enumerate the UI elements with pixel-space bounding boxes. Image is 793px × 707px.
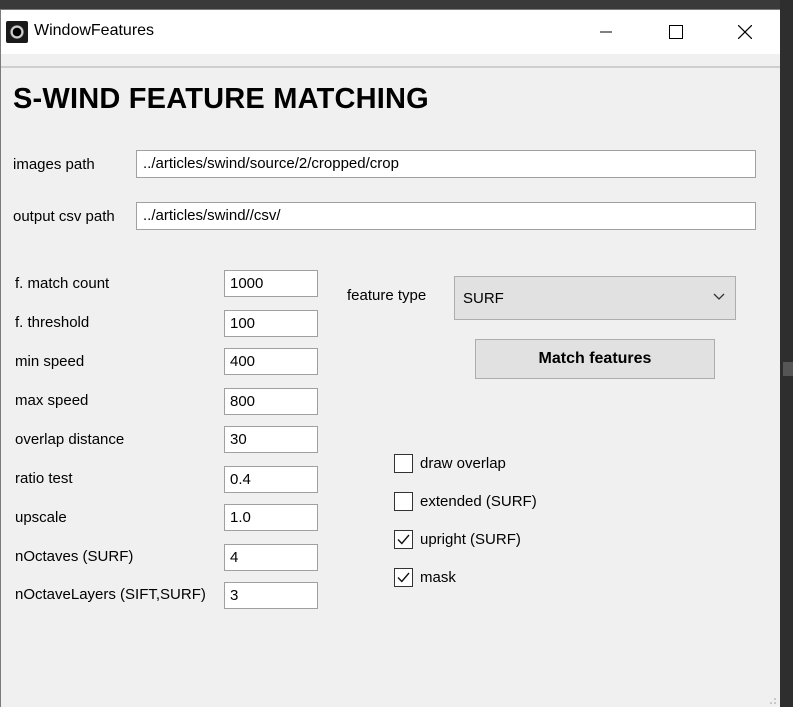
- min-speed-input[interactable]: 400: [224, 348, 318, 375]
- upright-surf-label: upright (SURF): [420, 531, 521, 548]
- minimize-button[interactable]: [571, 10, 641, 54]
- close-button[interactable]: [710, 10, 780, 54]
- resize-grip-icon[interactable]: [769, 697, 777, 705]
- feature-type-label: feature type: [347, 287, 427, 304]
- match-count-input[interactable]: 1000: [224, 270, 318, 297]
- overlap-distance-label: overlap distance: [15, 431, 125, 448]
- noctaves-label: nOctaves (SURF): [15, 548, 134, 565]
- threshold-input[interactable]: 100: [224, 310, 318, 337]
- noctave-layers-input[interactable]: 3: [224, 582, 318, 609]
- output-csv-path-input[interactable]: ../articles/swind//csv/: [136, 202, 756, 230]
- match-count-label: f. match count: [15, 275, 110, 292]
- min-speed-label: min speed: [15, 353, 85, 370]
- checkbox-box[interactable]: [394, 530, 413, 549]
- upscale-label: upscale: [15, 509, 67, 526]
- mask-label: mask: [420, 569, 456, 586]
- threshold-label: f. threshold: [15, 314, 90, 331]
- draw-overlap-label: draw overlap: [420, 455, 506, 472]
- window-title: WindowFeatures: [34, 22, 155, 39]
- close-icon: [738, 25, 752, 39]
- max-speed-input[interactable]: 800: [224, 388, 318, 415]
- feature-type-value: SURF: [463, 290, 504, 307]
- overlap-distance-input[interactable]: 30: [224, 426, 318, 453]
- images-path-input[interactable]: ../articles/swind/source/2/cropped/crop: [136, 150, 756, 178]
- match-features-button[interactable]: Match features: [475, 339, 715, 379]
- checkbox-box[interactable]: [394, 492, 413, 511]
- desktop-scroll-notch: [783, 362, 793, 376]
- upscale-input[interactable]: 1.0: [224, 504, 318, 531]
- checkbox-box[interactable]: [394, 568, 413, 587]
- max-speed-label: max speed: [15, 392, 89, 409]
- maximize-icon: [669, 25, 683, 39]
- desktop-background-right: [780, 0, 793, 707]
- header-separator: [1, 66, 780, 68]
- images-path-label: images path: [13, 156, 95, 173]
- title-bar[interactable]: WindowFeatures: [1, 10, 780, 54]
- ratio-test-input[interactable]: 0.4: [224, 466, 318, 493]
- checkmark-icon: [397, 572, 410, 583]
- checkbox-box[interactable]: [394, 454, 413, 473]
- output-csv-path-label: output csv path: [13, 208, 115, 225]
- extended-surf-label: extended (SURF): [420, 493, 537, 510]
- checkmark-icon: [397, 534, 410, 545]
- chevron-down-icon: [713, 293, 725, 300]
- noctaves-input[interactable]: 4: [224, 544, 318, 571]
- ratio-test-label: ratio test: [15, 470, 73, 487]
- minimize-icon: [600, 31, 612, 33]
- maximize-button[interactable]: [641, 10, 711, 54]
- noctave-layers-label: nOctaveLayers (SIFT,SURF): [15, 586, 206, 603]
- app-icon[interactable]: [6, 21, 28, 43]
- feature-type-select[interactable]: SURF: [454, 276, 736, 320]
- page-title: S-WIND FEATURE MATCHING: [13, 83, 429, 115]
- app-window: WindowFeatures S-WIND FEATURE MATCHING i…: [0, 9, 780, 707]
